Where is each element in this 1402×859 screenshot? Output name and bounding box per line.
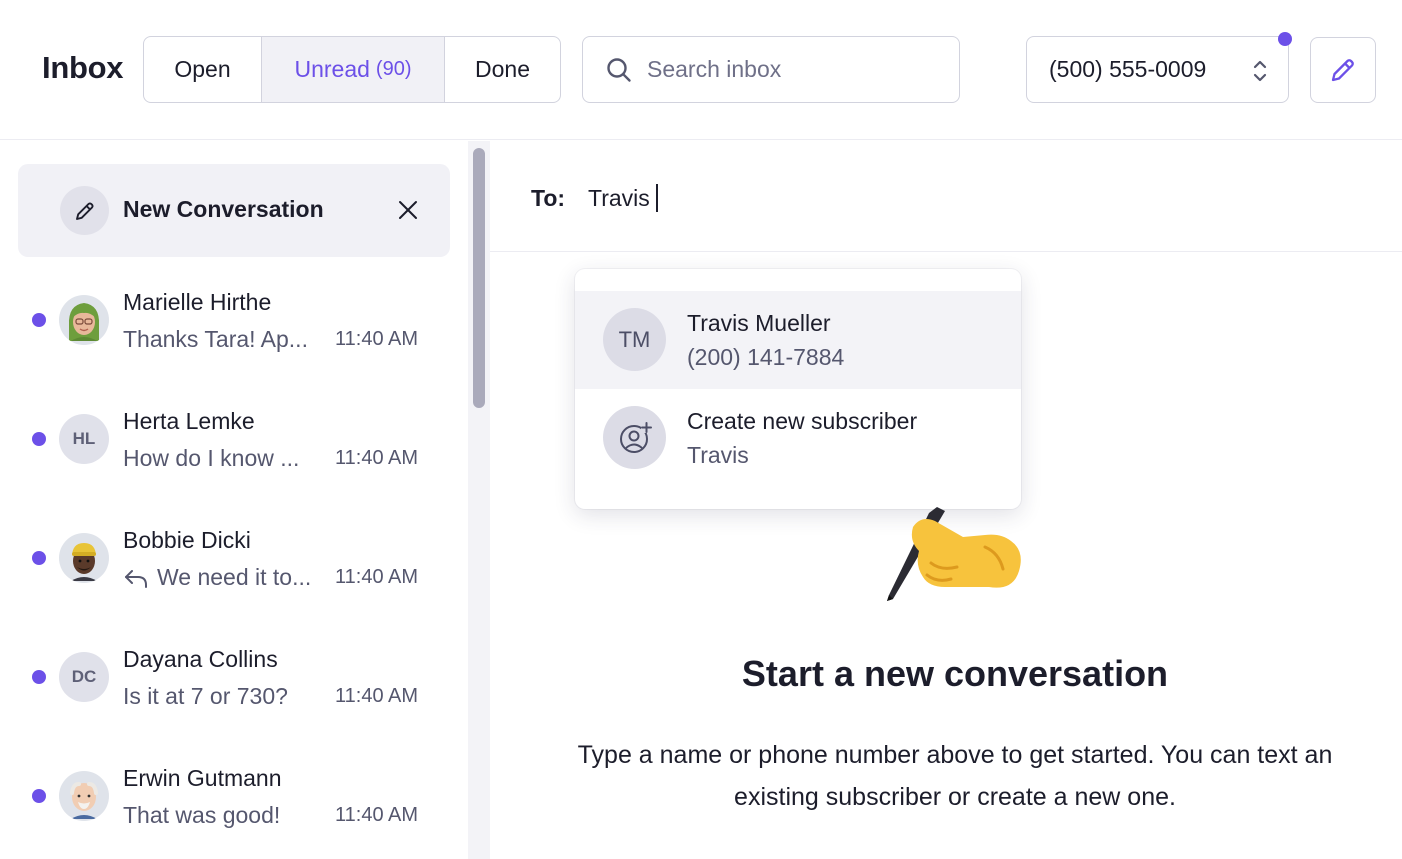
suggestion-title: Create new subscriber xyxy=(687,408,918,434)
conversation-item[interactable]: Marielle Hirthe Thanks Tara! Ap... 11:40… xyxy=(0,260,468,379)
phone-number-value: (500) 555-0009 xyxy=(1049,56,1207,82)
recipient-bar[interactable]: To: Travis xyxy=(490,141,1402,252)
new-conversation-icon-wrap xyxy=(60,186,109,235)
tab-done[interactable]: Done xyxy=(445,37,560,102)
message-preview: How do I know ... xyxy=(123,445,300,471)
message-time: 11:40 AM xyxy=(335,685,419,707)
sidebar-scrollbar-thumb[interactable] xyxy=(473,148,485,408)
message-time: 11:40 AM xyxy=(335,328,419,350)
suggestion-title: Travis Mueller xyxy=(687,310,831,336)
suggestion-item[interactable]: TM Travis Mueller (200) 141-7884 xyxy=(575,291,1021,389)
message-preview: Is it at 7 or 730? xyxy=(123,683,288,709)
text-caret xyxy=(656,184,658,212)
compose-button[interactable] xyxy=(1310,37,1376,103)
notification-dot xyxy=(1278,32,1292,46)
search-icon xyxy=(607,57,631,82)
unread-indicator xyxy=(32,788,46,803)
memoji-avatar-icon xyxy=(70,782,98,819)
to-label: To: xyxy=(531,185,566,211)
memoji-avatar-icon xyxy=(71,543,97,581)
empty-state-description: Type a name or phone number above to get… xyxy=(577,741,1333,811)
unread-indicator xyxy=(32,431,46,446)
close-icon[interactable] xyxy=(396,198,420,222)
new-conversation-item[interactable]: New Conversation xyxy=(18,164,450,257)
unread-indicator xyxy=(32,312,46,327)
tab-unread[interactable]: Unread (90) xyxy=(262,37,445,102)
memoji-avatar-icon xyxy=(68,303,100,341)
message-preview: We need it to... xyxy=(157,564,312,590)
avatar xyxy=(59,295,109,345)
add-user-icon xyxy=(619,421,652,453)
tab-open-label: Open xyxy=(174,56,231,82)
tab-open[interactable]: Open xyxy=(144,37,262,102)
suggestion-subtitle: Travis xyxy=(687,442,749,468)
unread-indicator xyxy=(32,550,46,565)
create-subscriber-item[interactable]: Create new subscriber Travis xyxy=(575,389,1021,487)
unread-indicator xyxy=(32,669,46,684)
message-preview: Thanks Tara! Ap... xyxy=(123,326,308,352)
message-time: 11:40 AM xyxy=(335,447,419,469)
suggestion-subtitle: (200) 141-7884 xyxy=(687,344,845,370)
conversation-item[interactable]: Erwin Gutmann That was good! 11:40 AM xyxy=(0,736,468,855)
message-preview: That was good! xyxy=(123,802,281,828)
conversation-item[interactable]: Bobbie Dicki We need it to... 11:40 AM xyxy=(0,498,468,617)
pencil-icon xyxy=(75,201,94,220)
message-time: 11:40 AM xyxy=(335,804,419,826)
avatar xyxy=(603,406,666,469)
avatar: HL xyxy=(59,414,109,464)
conversation-item[interactable]: HL Herta Lemke How do I know ... 11:40 A… xyxy=(0,379,468,498)
compose-panel: To: Travis TM Travis Mueller (200) 141-7… xyxy=(490,141,1402,859)
chevron-up-down-icon xyxy=(1253,60,1267,82)
avatar xyxy=(59,533,109,583)
recipient-suggestions-dropdown: TM Travis Mueller (200) 141-7884 Create … xyxy=(575,269,1021,509)
empty-state-title: Start a new conversation xyxy=(741,653,1169,694)
contact-name: Erwin Gutmann xyxy=(123,765,282,791)
pencil-icon xyxy=(1331,59,1354,82)
search-box[interactable] xyxy=(582,36,960,103)
new-conversation-label: New Conversation xyxy=(123,196,324,222)
contact-name: Dayana Collins xyxy=(123,646,278,672)
tab-done-label: Done xyxy=(475,56,530,82)
phone-number-select[interactable]: (500) 555-0009 xyxy=(1026,36,1289,103)
avatar xyxy=(59,771,109,821)
tab-unread-label: Unread xyxy=(294,56,370,82)
conversation-sidebar: New Conversation Marielle Hirthe Thanks … xyxy=(0,141,468,859)
avatar: TM xyxy=(603,308,666,371)
contact-name: Bobbie Dicki xyxy=(123,527,251,553)
search-input[interactable] xyxy=(647,56,917,83)
recipient-input[interactable]: Travis xyxy=(588,185,650,212)
top-bar: Inbox Open Unread (90) Done (500) 555-00… xyxy=(0,0,1402,140)
contact-name: Herta Lemke xyxy=(123,408,255,434)
contact-name: Marielle Hirthe xyxy=(123,289,272,315)
conversation-item[interactable]: DC Dayana Collins Is it at 7 or 730? 11:… xyxy=(0,617,468,736)
inbox-filter-tabs: Open Unread (90) Done xyxy=(143,36,561,103)
avatar: DC xyxy=(59,652,109,702)
writing-hand-emoji-icon xyxy=(887,507,1021,601)
message-time: 11:40 AM xyxy=(335,566,419,588)
page-title: Inbox xyxy=(42,50,124,85)
unread-count-badge: (90) xyxy=(375,58,412,80)
